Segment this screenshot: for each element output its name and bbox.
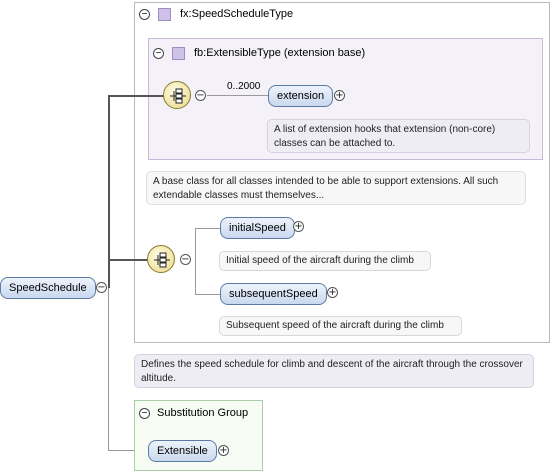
- substitution-group-title: Substitution Group: [157, 407, 249, 419]
- initial-speed-doc: Initial speed of the aircraft during the…: [219, 251, 431, 271]
- extension-expand-icon[interactable]: +: [334, 90, 345, 101]
- complex-type-type-icon: [158, 8, 171, 21]
- complex-type-collapse-icon[interactable]: −: [139, 9, 150, 20]
- subsequent-speed-doc: Subsequent speed of the aircraft during …: [219, 316, 462, 336]
- extension-doc: A list of extension hooks that extension…: [267, 119, 530, 153]
- type-doc: Defines the speed schedule for climb and…: [134, 354, 534, 388]
- sequence-1-collapse-icon[interactable]: −: [195, 90, 206, 101]
- connector-root-to-subst-vertical: [108, 288, 109, 450]
- element-speed-schedule[interactable]: SpeedSchedule: [0, 277, 96, 299]
- connector-seq2-to-initial: [195, 228, 221, 229]
- initial-speed-expand-icon[interactable]: +: [293, 221, 304, 232]
- speed-schedule-collapse-icon[interactable]: −: [96, 282, 107, 293]
- extension-base-collapse-icon[interactable]: −: [153, 48, 164, 59]
- element-subsequent-speed[interactable]: subsequentSpeed: [220, 283, 327, 305]
- extension-base-doc: A base class for all classes intended to…: [146, 171, 526, 205]
- element-extension[interactable]: extension: [268, 85, 334, 107]
- connector-to-seq2: [108, 259, 148, 261]
- subsequent-speed-expand-icon[interactable]: +: [327, 287, 338, 298]
- connector-to-seq1: [108, 95, 164, 97]
- element-extensible[interactable]: Extensible: [148, 440, 217, 462]
- connector-seq1-to-extension: [207, 95, 269, 96]
- sequence-icon: [163, 81, 191, 109]
- connector-seq2-vertical: [195, 228, 196, 294]
- extension-multiplicity: 0..2000: [227, 81, 261, 92]
- sequence-icon: [147, 245, 175, 273]
- substitution-group-collapse-icon[interactable]: −: [139, 408, 150, 419]
- element-initial-speed[interactable]: initialSpeed: [220, 217, 295, 239]
- complex-type-title: fx:SpeedScheduleType: [180, 8, 294, 20]
- extensible-expand-icon[interactable]: +: [218, 445, 229, 456]
- extension-base-type-icon: [172, 47, 185, 60]
- extension-base-title: fb:ExtensibleType (extension base): [194, 47, 366, 59]
- connector-seq2-to-subsequent: [195, 294, 221, 295]
- sequence-2-collapse-icon[interactable]: −: [180, 254, 191, 265]
